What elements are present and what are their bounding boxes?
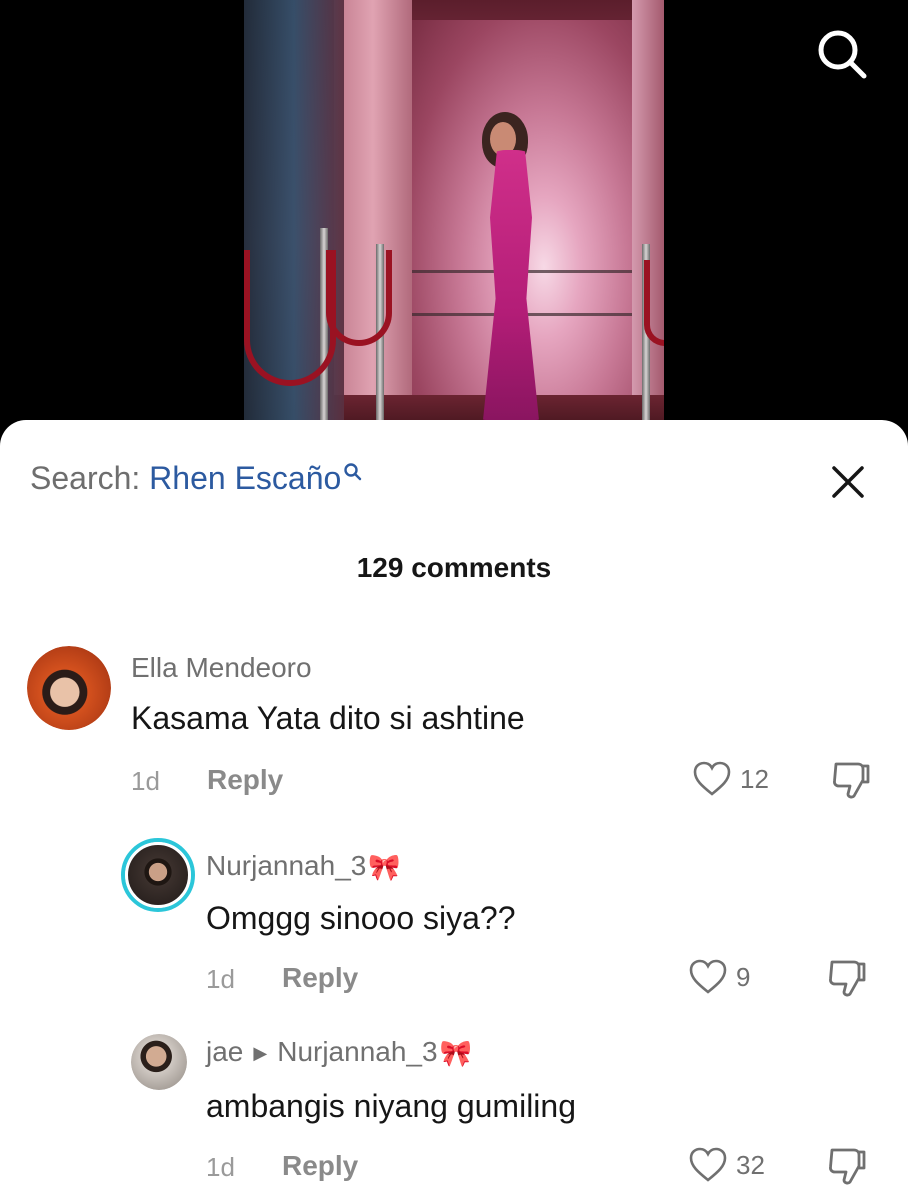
comment-text: Omggg sinooo siya?? [206,900,516,936]
ribbon-emoji: 🎀 [439,1038,472,1069]
comment-username[interactable]: Nurjannah_3🎀 [206,850,401,883]
avatar[interactable] [27,646,111,730]
comment-username[interactable]: Ella Mendeoro [131,652,312,684]
heart-icon [689,1147,727,1182]
search-suggestion[interactable]: Search: Rhen Escaño [30,460,363,497]
dislike-button[interactable] [826,1146,868,1193]
like-count: 32 [736,1149,765,1180]
reply-button[interactable]: Reply [207,764,283,796]
comment-item: Nurjannah_3🎀 Omggg sinooo siya?? 1d Repl… [0,838,908,1018]
thumbs-down-icon [829,960,866,997]
search-icon [344,463,362,481]
like-button[interactable]: 12 [692,760,769,798]
comment-item: jae ▶ Nurjannah_3🎀 ambangis niyang gumilin… [0,1032,908,1200]
heart-icon [693,761,731,796]
comment-time: 1d [131,766,160,796]
comment-item: Ella Mendeoro Kasama Yata dito si ashtin… [0,646,908,826]
search-icon [818,30,867,79]
comments-sheet: Search: Rhen Escaño 129 comments Ella Me… [0,420,908,1200]
thumbs-down-icon [833,762,870,799]
comment-time: 1d [206,1152,235,1182]
comment-count: 129 comments [356,552,552,583]
search-button[interactable] [814,26,870,82]
like-button[interactable]: 9 [688,958,750,996]
sheet-header: Search: Rhen Escaño [0,420,908,540]
reply-button[interactable]: Reply [282,962,358,994]
reply-button[interactable]: Reply [282,1150,358,1182]
search-prefix: Search: [30,460,141,496]
reply-arrow-icon: ▶ [253,1043,268,1064]
heart-icon [689,959,727,994]
like-button[interactable]: 32 [688,1146,765,1184]
thumbs-down-icon [829,1148,866,1185]
close-button[interactable] [826,460,870,504]
ribbon-emoji: 🎀 [368,852,401,883]
avatar[interactable] [131,1034,187,1090]
like-count: 9 [736,961,751,992]
video-player[interactable] [0,0,908,440]
close-icon [832,466,864,498]
comment-username[interactable]: jae ▶ Nurjannah_3🎀 [206,1036,472,1069]
dislike-button[interactable] [830,760,872,807]
comment-text: ambangis niyang gumiling [206,1088,576,1124]
search-term: Rhen Escaño [149,460,342,496]
video-frame [244,0,664,440]
like-count: 12 [740,763,769,794]
avatar[interactable] [121,838,195,912]
comment-text: Kasama Yata dito si ashtine [131,700,525,736]
comment-time: 1d [206,964,235,994]
dislike-button[interactable] [826,958,868,1005]
